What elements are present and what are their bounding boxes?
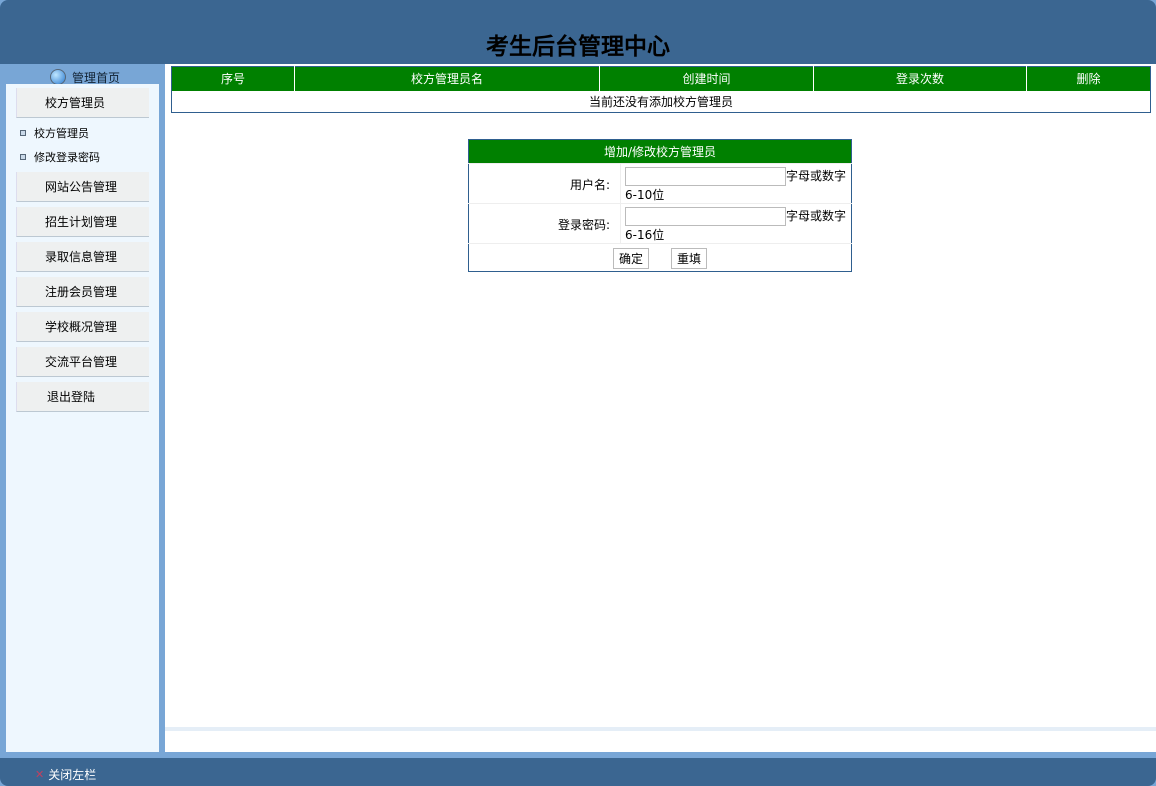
globe-icon [50,69,66,85]
menu-members[interactable]: 注册会员管理 [16,277,149,307]
label: 修改登录密码 [34,149,100,165]
menu-section-admin[interactable]: 校方管理员 [16,88,149,118]
menu-announcements[interactable]: 网站公告管理 [16,172,149,202]
menu-enrollment-plan[interactable]: 招生计划管理 [16,207,149,237]
bullet-icon [20,130,26,136]
close-icon: ✕ [35,768,44,781]
password-input[interactable] [625,207,786,226]
header: 考生后台管理中心 [0,0,1156,64]
col-logins: 登录次数 [814,67,1027,91]
menu-logout[interactable]: 退出登陆 [16,382,149,412]
menu-forum[interactable]: 交流平台管理 [16,347,149,377]
col-index: 序号 [172,67,295,91]
close-label: 关闭左栏 [48,766,96,783]
password-label: 登录密码: [469,204,621,244]
sidebar-item-admin[interactable]: 校方管理员 [20,125,89,141]
menu-admission-info[interactable]: 录取信息管理 [16,242,149,272]
bullet-icon [20,154,26,160]
main-content: 序号 校方管理员名 创建时间 登录次数 删除 当前还没有添加校方管理员 增加/修… [165,64,1156,752]
close-sidebar-button[interactable]: ✕ 关闭左栏 [35,766,96,783]
sidebar: 管理首页 校方管理员 校方管理员 修改登录密码 网站公告管理 招生计划管理 录取… [0,64,165,758]
col-delete: 删除 [1027,67,1151,91]
reset-button[interactable]: 重填 [671,248,707,269]
page-title: 考生后台管理中心 [0,0,1156,61]
form-title: 增加/修改校方管理员 [469,140,852,164]
menu-school-overview[interactable]: 学校概况管理 [16,312,149,342]
col-created: 创建时间 [600,67,814,91]
label: 校方管理员 [34,125,89,141]
submit-button[interactable]: 确定 [613,248,649,269]
username-input[interactable] [625,167,786,186]
sidebar-panel: 校方管理员 校方管理员 修改登录密码 网站公告管理 招生计划管理 录取信息管理 … [6,84,159,752]
divider [165,727,1156,731]
admin-form: 增加/修改校方管理员 用户名: 字母或数字6-10位 登录密码: 字母或数字6-… [468,139,852,272]
username-label: 用户名: [469,164,621,204]
footer: ✕ 关闭左栏 [0,758,1156,786]
empty-message: 当前还没有添加校方管理员 [172,91,1151,113]
admin-table: 序号 校方管理员名 创建时间 登录次数 删除 当前还没有添加校方管理员 [171,66,1151,113]
col-name: 校方管理员名 [295,67,600,91]
home-label: 管理首页 [72,69,120,86]
sidebar-item-change-password[interactable]: 修改登录密码 [20,149,100,165]
